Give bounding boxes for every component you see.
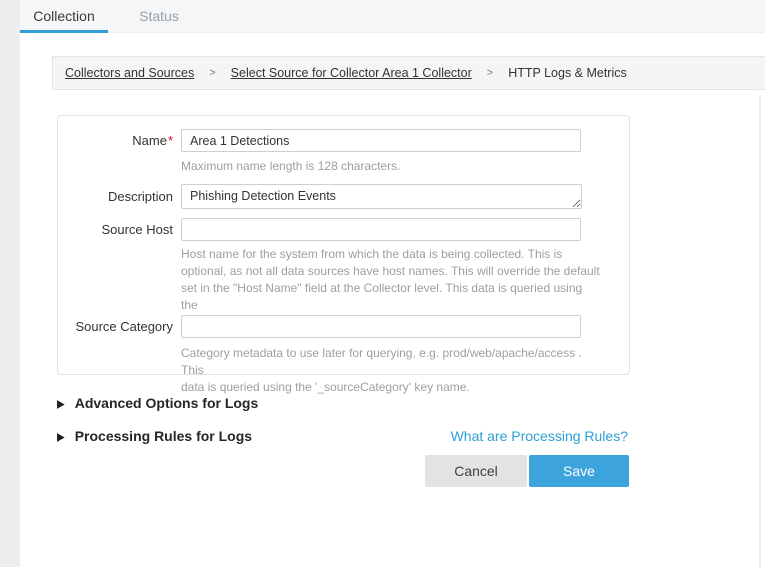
- processing-rules-label: Processing Rules for Logs: [75, 428, 252, 444]
- source-host-label: Source Host: [58, 218, 173, 241]
- breadcrumb-link-select-source[interactable]: Select Source for Collector Area 1 Colle…: [231, 66, 472, 80]
- description-label: Description: [58, 184, 173, 209]
- name-helper-text: Maximum name length is 128 characters.: [181, 158, 601, 175]
- collapse-triangle-icon: ▶: [57, 398, 65, 411]
- what-are-processing-rules-link[interactable]: What are Processing Rules?: [451, 428, 628, 444]
- cancel-button[interactable]: Cancel: [425, 455, 527, 487]
- required-asterisk: *: [168, 133, 173, 148]
- tab-bar: Collection Status: [20, 0, 198, 33]
- collapse-triangle-icon: ▶: [57, 431, 65, 444]
- source-host-input[interactable]: [181, 218, 581, 241]
- breadcrumb-link-collectors[interactable]: Collectors and Sources: [65, 66, 194, 80]
- breadcrumb-current-page: HTTP Logs & Metrics: [508, 66, 627, 80]
- helper-line: data is queried using the '_sourceCatego…: [181, 379, 601, 396]
- source-form-card: Name* Maximum name length is 128 charact…: [57, 115, 630, 375]
- source-category-label: Source Category: [58, 315, 173, 338]
- name-label: Name*: [58, 129, 173, 152]
- breadcrumb-separator: >: [209, 67, 215, 79]
- source-category-helper-text: Category metadata to use later for query…: [181, 345, 601, 396]
- tab-collection[interactable]: Collection: [20, 0, 108, 33]
- name-label-text: Name: [132, 133, 167, 148]
- breadcrumb-separator: >: [487, 67, 493, 79]
- source-config-screen: Collection Status Collectors and Sources…: [0, 0, 765, 567]
- tab-status[interactable]: Status: [120, 0, 198, 33]
- helper-line: optional, as not all data sources have h…: [181, 263, 601, 280]
- helper-line: Host name for the system from which the …: [181, 246, 601, 263]
- name-input[interactable]: [181, 129, 581, 152]
- helper-line: set in the "Host Name" field at the Coll…: [181, 280, 601, 314]
- left-gutter: [0, 0, 20, 567]
- right-divider: [759, 95, 761, 567]
- advanced-options-label: Advanced Options for Logs: [75, 395, 259, 411]
- breadcrumb: Collectors and Sources > Select Source f…: [52, 56, 765, 90]
- description-textarea[interactable]: Phishing Detection Events: [181, 184, 582, 209]
- processing-rules-toggle[interactable]: ▶ Processing Rules for Logs: [57, 428, 252, 444]
- save-button[interactable]: Save: [529, 455, 629, 487]
- helper-line: Category metadata to use later for query…: [181, 345, 601, 379]
- advanced-options-toggle[interactable]: ▶ Advanced Options for Logs: [57, 395, 258, 411]
- source-category-input[interactable]: [181, 315, 581, 338]
